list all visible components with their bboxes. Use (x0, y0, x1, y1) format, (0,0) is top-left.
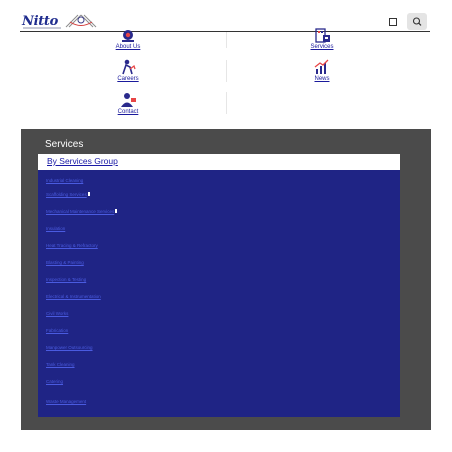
tile-about-us[interactable]: About Us (28, 28, 228, 52)
news-icon (314, 59, 329, 74)
contact-icon (121, 93, 136, 107)
services-list: Industrial Cleaning Scaffolding Services… (38, 170, 400, 417)
tile-label: About Us (115, 44, 141, 50)
services-group-bar[interactable]: By Services Group (38, 154, 400, 170)
submenu-marker (87, 192, 90, 196)
service-item[interactable]: Catering (46, 379, 63, 384)
tile-divider (226, 60, 227, 82)
nitto-logo[interactable]: Nitto (22, 14, 61, 29)
submenu-marker (115, 209, 118, 213)
services-icon (315, 28, 330, 43)
service-item[interactable]: Tank Cleaning (46, 362, 75, 367)
service-item[interactable]: Blasting & Painting (46, 260, 84, 265)
tile-careers[interactable]: Careers (28, 59, 228, 83)
tile-contact[interactable]: Contact (28, 92, 228, 116)
service-item[interactable]: Insulation (46, 226, 65, 231)
tile-services[interactable]: Services (222, 28, 422, 52)
service-item[interactable]: Inspection & Testing (46, 277, 86, 282)
service-item[interactable]: Industrial Cleaning (46, 178, 83, 183)
services-title: Services (45, 139, 84, 150)
service-item[interactable]: Scaffolding Services (46, 192, 90, 197)
service-item[interactable]: Waste Management (46, 399, 86, 404)
tile-label: Careers (117, 76, 139, 82)
tile-divider (226, 92, 227, 114)
service-item[interactable]: Mechanical Maintenance Services (46, 209, 118, 214)
service-item[interactable]: Electrical & Instrumentation (46, 294, 101, 299)
careers-icon (122, 59, 136, 75)
tile-label: Contact (117, 109, 139, 115)
service-item[interactable]: Fabrication (46, 328, 68, 333)
menu-toggle-checkbox[interactable] (389, 18, 397, 26)
about-us-icon (122, 30, 134, 42)
tile-news[interactable]: News (222, 59, 422, 83)
service-item[interactable]: Civil Works (46, 311, 68, 316)
service-item[interactable]: Manpower Outsourcing (46, 345, 93, 350)
crest-logo (65, 14, 97, 28)
tile-label: Services (310, 44, 334, 50)
tile-label: News (314, 76, 330, 82)
by-services-group-link[interactable]: By Services Group (47, 156, 118, 166)
tile-divider (226, 32, 227, 48)
service-item[interactable]: Heat Tracing & Refractory (46, 243, 98, 248)
